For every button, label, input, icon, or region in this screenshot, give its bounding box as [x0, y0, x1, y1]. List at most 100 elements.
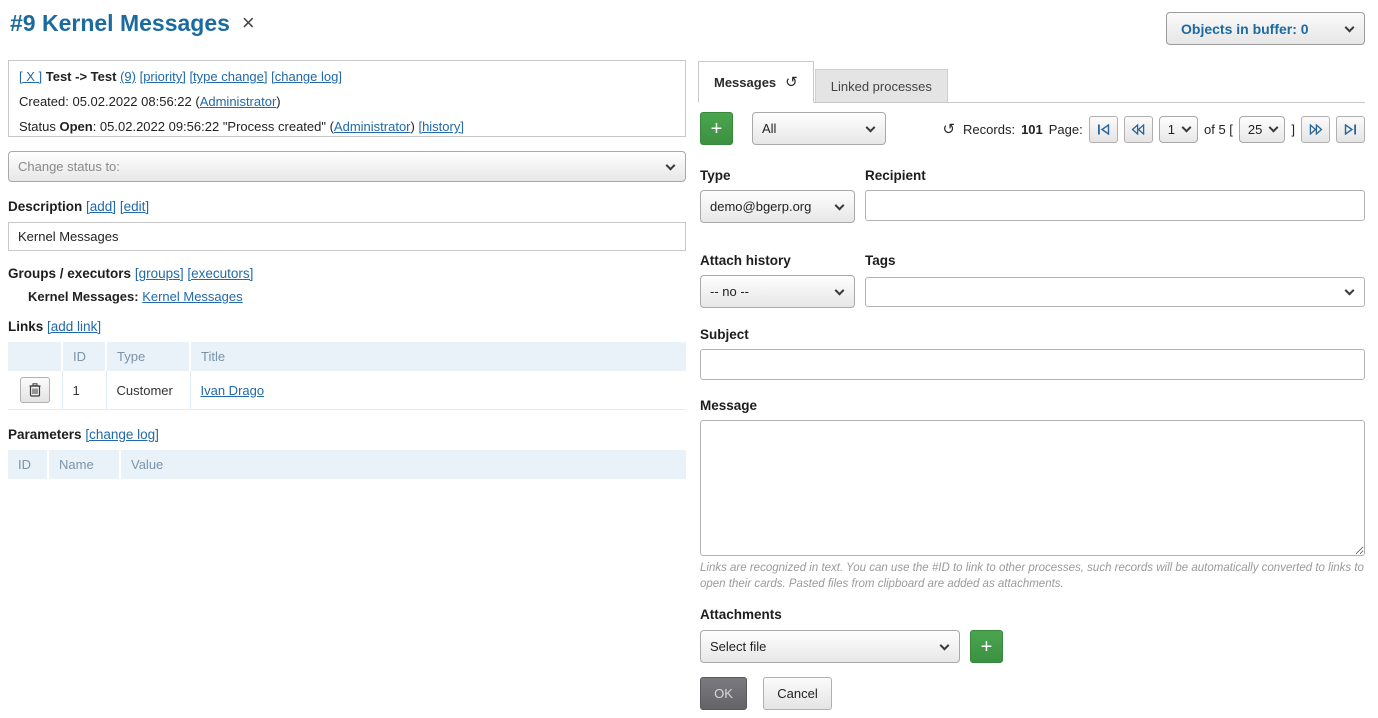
executors-link[interactable]: [executors]: [187, 266, 253, 281]
links-col-id: ID: [62, 342, 106, 371]
chevron-down-icon: [1269, 123, 1279, 133]
plus-icon: +: [981, 637, 993, 657]
created-text: Created: 05.02.2022 08:56:22 (: [19, 94, 200, 109]
next-page-icon: [1309, 124, 1323, 135]
page-title: #9 Kernel Messages×: [10, 10, 255, 37]
parameters-change-log-link[interactable]: [change log]: [85, 427, 159, 442]
status-label: Status: [19, 119, 59, 134]
links-row-actions: [8, 371, 62, 410]
parameters-col-id: ID: [8, 450, 48, 479]
page-label: Page:: [1049, 122, 1083, 137]
parameters-heading: Parameters [change log]: [8, 427, 159, 442]
recipient-label: Recipient: [865, 168, 926, 183]
parameters-col-value: Value: [120, 450, 686, 479]
description-edit-link[interactable]: [edit]: [120, 199, 149, 214]
groups-heading: Groups / executors [groups] [executors]: [8, 266, 253, 281]
group-executor-link[interactable]: Kernel Messages: [142, 289, 242, 304]
records-count: 101: [1021, 122, 1043, 137]
parameters-table: ID Name Value: [8, 450, 686, 479]
chevron-down-icon: [866, 122, 876, 132]
process-info-line1: [ X ] Test -> Test (9) [priority] [type …: [19, 64, 675, 89]
page-size-value: 25: [1248, 122, 1262, 137]
description-heading: Description [add] [edit]: [8, 199, 149, 214]
status-user-link[interactable]: Administrator: [334, 119, 411, 134]
pagination: ↺ Records: 101 Page: 1 of 5 [ 25 ]: [942, 115, 1365, 143]
links-col-actions: [8, 342, 62, 371]
message-textarea[interactable]: [700, 420, 1365, 556]
process-card: #9 Kernel Messages× Objects in buffer: 0…: [0, 0, 1378, 718]
close-process-link[interactable]: [ X ]: [19, 69, 42, 84]
add-message-button[interactable]: +: [700, 112, 733, 145]
chevron-down-icon: [1182, 123, 1192, 133]
parameters-col-name: Name: [48, 450, 120, 479]
last-page-button[interactable]: [1336, 116, 1365, 143]
objects-in-buffer-dropdown[interactable]: Objects in buffer: 0: [1166, 12, 1365, 45]
change-log-link[interactable]: [change log]: [271, 69, 342, 84]
description-add-link[interactable]: [add]: [86, 199, 116, 214]
page-bracket-label: ]: [1291, 122, 1295, 137]
tab-linked-processes[interactable]: Linked processes: [815, 69, 948, 102]
message-label: Message: [700, 398, 757, 413]
created-suffix: ): [276, 94, 280, 109]
chevron-down-icon: [835, 200, 845, 210]
ok-button[interactable]: OK: [700, 677, 747, 710]
subject-label: Subject: [700, 327, 749, 342]
attachment-file-select[interactable]: Select file: [700, 630, 960, 663]
first-page-button[interactable]: [1089, 116, 1118, 143]
parameters-table-header: ID Name Value: [8, 450, 686, 479]
delete-link-button[interactable]: [20, 377, 50, 403]
groups-link[interactable]: [groups]: [135, 266, 184, 281]
refresh-icon[interactable]: ↺: [942, 120, 955, 138]
page-of-label: of 5 [: [1204, 122, 1233, 137]
attach-history-select[interactable]: -- no --: [700, 275, 855, 308]
type-change-link[interactable]: [type change]: [189, 69, 267, 84]
attachments-label: Attachments: [700, 607, 782, 622]
process-info-line2: Created: 05.02.2022 08:56:22 (Administra…: [19, 89, 675, 114]
created-by-link[interactable]: Administrator: [200, 94, 277, 109]
first-page-icon: [1097, 124, 1110, 135]
groups-heading-text: Groups / executors: [8, 266, 131, 281]
links-table: ID Type Title: [8, 342, 686, 410]
tags-select[interactable]: [865, 277, 1365, 307]
type-select[interactable]: demo@bgerp.org: [700, 190, 855, 223]
parameters-heading-text: Parameters: [8, 427, 82, 442]
trash-icon: [29, 383, 41, 397]
add-link-link[interactable]: [add link]: [47, 319, 101, 334]
type-label: Type: [700, 168, 731, 183]
links-col-title: Title: [190, 342, 686, 371]
tab-bar: Messages ↺ Linked processes: [698, 62, 1365, 103]
process-id-link[interactable]: (9): [120, 69, 136, 84]
status-text: : 05.02.2022 09:56:22 "Process created" …: [93, 119, 334, 134]
tags-label: Tags: [865, 253, 896, 268]
message-filter-select[interactable]: All: [752, 112, 886, 145]
table-row: 1 Customer Ivan Drago: [8, 371, 686, 410]
priority-link[interactable]: [priority]: [140, 69, 186, 84]
refresh-icon[interactable]: ↺: [785, 73, 798, 91]
attach-history-value: -- no --: [710, 284, 749, 299]
page-size-select[interactable]: 25: [1239, 116, 1285, 143]
linked-customer-link[interactable]: Ivan Drago: [201, 383, 265, 398]
process-info-box: [ X ] Test -> Test (9) [priority] [type …: [8, 60, 686, 137]
page-number-select[interactable]: 1: [1159, 116, 1198, 143]
last-page-icon: [1344, 124, 1357, 135]
prev-page-icon: [1131, 124, 1145, 135]
recipient-input[interactable]: [865, 190, 1365, 221]
links-heading: Links [add link]: [8, 319, 101, 334]
process-info-line3: Status Open: 05.02.2022 09:56:22 "Proces…: [19, 114, 675, 139]
prev-page-button[interactable]: [1124, 116, 1153, 143]
chevron-down-icon: [666, 160, 676, 170]
tab-messages[interactable]: Messages ↺: [698, 61, 814, 103]
chevron-down-icon: [1345, 286, 1355, 296]
close-icon[interactable]: ×: [242, 10, 255, 36]
history-link[interactable]: [history]: [418, 119, 464, 134]
status-value: Open: [59, 119, 92, 134]
cancel-button[interactable]: Cancel: [763, 677, 832, 710]
next-page-button[interactable]: [1301, 116, 1330, 143]
subject-input[interactable]: [700, 349, 1365, 380]
add-attachment-button[interactable]: +: [970, 630, 1003, 663]
links-table-header: ID Type Title: [8, 342, 686, 371]
change-status-select[interactable]: Change status to:: [8, 151, 686, 182]
tab-messages-label: Messages: [714, 75, 776, 90]
group-name: Kernel Messages:: [28, 289, 139, 304]
page-number-value: 1: [1168, 122, 1175, 137]
